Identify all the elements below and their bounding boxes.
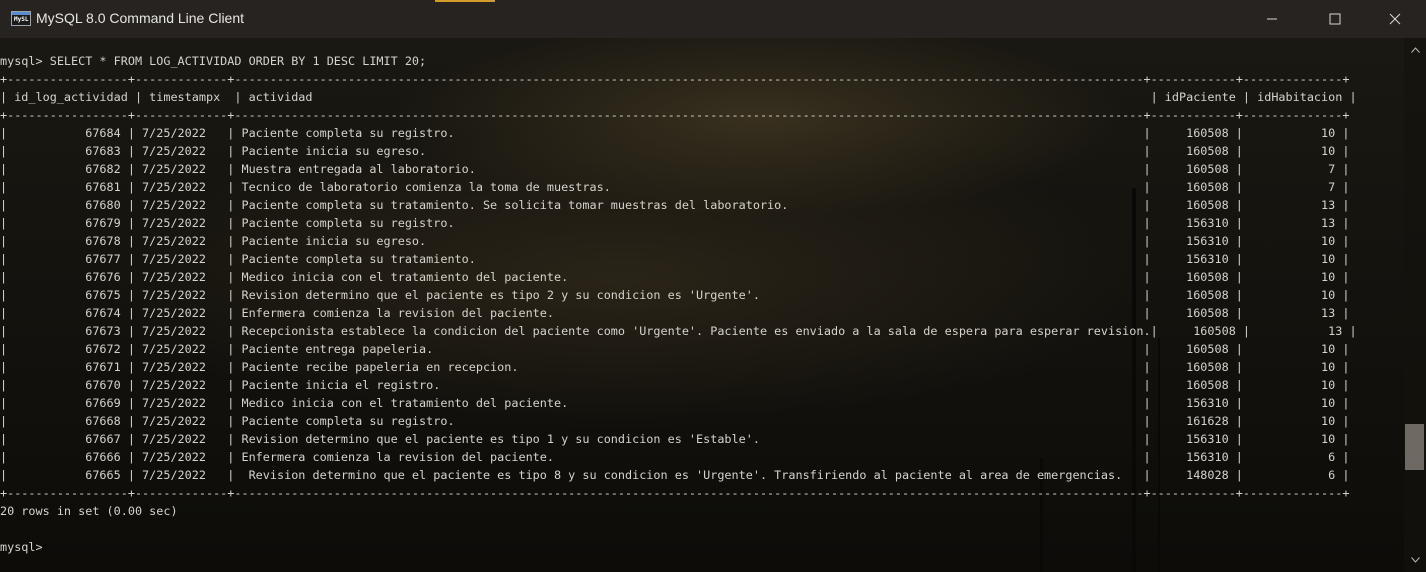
console-line: | 67670 | 7/25/2022 | Paciente inicia el…: [0, 378, 1350, 392]
console-line: mysql>: [0, 540, 43, 554]
vertical-scrollbar[interactable]: [1404, 38, 1426, 572]
console-line: | 67680 | 7/25/2022 | Paciente completa …: [0, 198, 1350, 212]
console-line: | id_log_actividad | timestampx | activi…: [0, 90, 1357, 104]
console-line: 20 rows in set (0.00 sec): [0, 504, 178, 518]
console-line: | 67669 | 7/25/2022 | Medico inicia con …: [0, 396, 1350, 410]
minimize-button[interactable]: [1249, 0, 1295, 38]
window-title: MySQL 8.0 Command Line Client: [36, 10, 245, 26]
console-line: +-----------------+-------------+-------…: [0, 108, 1350, 122]
title-bar[interactable]: MySL MySQL 8.0 Command Line Client: [0, 0, 1426, 38]
console-line: | 67676 | 7/25/2022 | Medico inicia con …: [0, 270, 1350, 284]
title-accent-line: [435, 0, 495, 2]
console-line: | 67675 | 7/25/2022 | Revision determino…: [0, 288, 1350, 302]
maximize-button[interactable]: [1312, 0, 1358, 38]
scroll-up-button[interactable]: [1404, 42, 1426, 58]
console-line: | 67671 | 7/25/2022 | Paciente recibe pa…: [0, 360, 1350, 374]
console-line: | 67684 | 7/25/2022 | Paciente completa …: [0, 126, 1350, 140]
console-line: | 67683 | 7/25/2022 | Paciente inicia su…: [0, 144, 1350, 158]
mysql-console-icon: MySL: [11, 11, 31, 26]
scrollbar-thumb[interactable]: [1405, 424, 1424, 470]
console-line: mysql> SELECT * FROM LOG_ACTIVIDAD ORDER…: [0, 54, 427, 68]
minimize-icon: [1267, 18, 1277, 20]
chevron-down-icon: [1410, 557, 1420, 563]
scroll-down-button[interactable]: [1404, 552, 1426, 568]
console-line: | 67677 | 7/25/2022 | Paciente completa …: [0, 252, 1350, 266]
close-button[interactable]: [1372, 0, 1418, 38]
console-output[interactable]: mysql> SELECT * FROM LOG_ACTIVIDAD ORDER…: [0, 52, 1404, 556]
console-line: | 67679 | 7/25/2022 | Paciente completa …: [0, 216, 1350, 230]
console-line: | 67672 | 7/25/2022 | Paciente entrega p…: [0, 342, 1350, 356]
console-line: +-----------------+-------------+-------…: [0, 72, 1350, 86]
maximize-icon: [1329, 13, 1341, 25]
console-line: | 67665 | 7/25/2022 | Revision determino…: [0, 468, 1350, 482]
console-line: | 67666 | 7/25/2022 | Enfermera comienza…: [0, 450, 1350, 464]
close-icon: [1389, 13, 1401, 25]
console-line: | 67674 | 7/25/2022 | Enfermera comienza…: [0, 306, 1350, 320]
console-line: | 67673 | 7/25/2022 | Recepcionista esta…: [0, 324, 1357, 338]
chevron-up-icon: [1410, 47, 1420, 53]
console-line: | 67668 | 7/25/2022 | Paciente completa …: [0, 414, 1350, 428]
console-line: | 67678 | 7/25/2022 | Paciente inicia su…: [0, 234, 1350, 248]
console-line: | 67681 | 7/25/2022 | Tecnico de laborat…: [0, 180, 1350, 194]
console-line: | 67682 | 7/25/2022 | Muestra entregada …: [0, 162, 1350, 176]
console-line: | 67667 | 7/25/2022 | Revision determino…: [0, 432, 1350, 446]
console-line: +-----------------+-------------+-------…: [0, 486, 1350, 500]
